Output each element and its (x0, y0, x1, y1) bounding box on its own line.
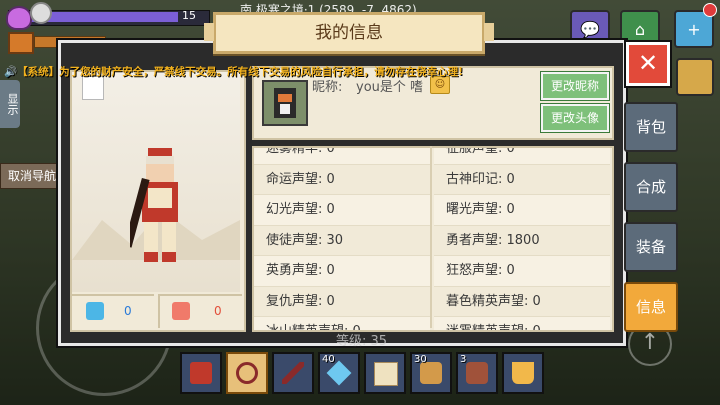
blue-face-icon (86, 302, 104, 320)
list-item: 迷雾精华: 0 (254, 148, 430, 165)
hotbar-slot[interactable]: 30 (410, 352, 452, 394)
list-item: 复仇声望: 0 (254, 287, 430, 317)
meat-icon (466, 362, 488, 384)
list-item: 使徒声望: 30 (254, 226, 430, 256)
stat-red: 0 (158, 294, 242, 328)
slot-count: 40 (322, 354, 335, 365)
red-face-icon (172, 302, 190, 320)
bread-icon (420, 362, 442, 384)
stat-blue-value: 0 (124, 304, 132, 318)
craft-button[interactable]: 合成 (624, 162, 678, 212)
stat-red-value: 0 (214, 304, 222, 318)
reputation-list[interactable]: 迷雾精华: 0 命运声望: 0 幻光声望: 0 使徒声望: 30 英勇声望: 0… (252, 146, 614, 332)
list-item: 古神印记: 0 (434, 165, 610, 195)
stat-blue: 0 (72, 294, 154, 328)
heart-icon (6, 6, 32, 30)
info-button[interactable]: 信息 (624, 282, 678, 332)
list-item: 征服声望: 0 (434, 148, 610, 165)
slot-count: 30 (414, 354, 427, 365)
shield-icon (190, 362, 212, 384)
list-item: 命运声望: 0 (254, 165, 430, 195)
column-divider (430, 146, 432, 328)
list-item: 英勇声望: 0 (254, 256, 430, 287)
avatar (262, 80, 308, 126)
cube-icon[interactable] (676, 58, 714, 96)
hotbar-slot[interactable] (226, 352, 268, 394)
list-item: 狂怒声望: 0 (434, 256, 610, 287)
hotbar-slot[interactable] (180, 352, 222, 394)
hotbar-slot[interactable] (272, 352, 314, 394)
show-tab[interactable]: 显示 (0, 80, 20, 128)
sword-icon (282, 362, 304, 384)
change-nickname-button[interactable]: 更改昵称 (541, 72, 609, 100)
character-model (130, 148, 178, 262)
level-text: 等级: 35 (336, 334, 388, 349)
cancel-navigation-button[interactable]: 取消导航 (0, 163, 64, 189)
bow-icon (236, 362, 258, 384)
hp-value: 15 (182, 9, 196, 22)
list-item: 勇者声望: 1800 (434, 226, 610, 256)
list-item: 暮色精英声望: 0 (434, 287, 610, 317)
slot-count: 3 (460, 354, 467, 365)
backpack-button[interactable]: 背包 (624, 102, 678, 152)
status-icon (30, 2, 52, 24)
notification-dot (703, 3, 717, 17)
hotbar-slot[interactable] (502, 352, 544, 394)
equip-button[interactable]: 装备 (624, 222, 678, 272)
list-item: 曙光声望: 0 (434, 195, 610, 226)
speaker-icon: 🔊 (4, 66, 18, 78)
panel-title: 我的信息 (204, 12, 494, 54)
system-message: 🔊【系统】为了您的财产安全，严禁线下交易。所有线下交易的风险自行承担，请勿存在侥… (4, 66, 463, 78)
chest-icon (8, 32, 34, 54)
change-avatar-button[interactable]: 更改头像 (541, 104, 609, 132)
mini-avatar-icon (82, 76, 104, 100)
hotbar-slot[interactable] (364, 352, 406, 394)
scroll-icon (374, 362, 398, 386)
close-button[interactable]: ✕ (626, 42, 670, 86)
list-item: 迷雾精英声望: 0 (434, 317, 610, 330)
hotbar-slot[interactable]: 3 (456, 352, 498, 394)
drink-icon (512, 362, 534, 384)
hotbar-slot[interactable]: 40 (318, 352, 360, 394)
list-item: 幻光声望: 0 (254, 195, 430, 226)
reputation-column-right: 征服声望: 0 古神印记: 0 曙光声望: 0 勇者声望: 1800 狂怒声望:… (434, 148, 610, 330)
reputation-column-left: 迷雾精华: 0 命运声望: 0 幻光声望: 0 使徒声望: 30 英勇声望: 0… (254, 148, 430, 330)
